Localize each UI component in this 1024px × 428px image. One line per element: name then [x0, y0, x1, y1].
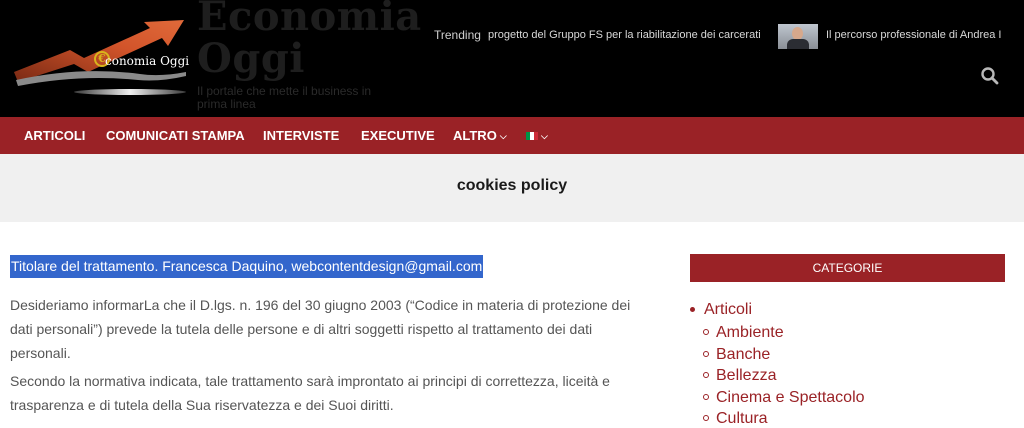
paragraph-privacy-principles: Secondo la normativa indicata, tale trat…	[10, 369, 670, 417]
search-icon[interactable]	[980, 66, 1000, 86]
language-switcher[interactable]: ⌵	[526, 117, 548, 154]
trending-item[interactable]: Il percorso professionale di Andrea I	[826, 29, 1024, 41]
categories-header: CATEGORIE	[690, 254, 1005, 282]
list-bullet	[703, 394, 709, 400]
paragraph-line: Secondo la normativa indicata, tale trat…	[10, 373, 610, 389]
paragraph-privacy-intro: Desideriamo informarLa che il D.lgs. n. …	[10, 293, 670, 365]
category-ambiente[interactable]: Ambiente	[716, 324, 784, 342]
site-title-line1: Economia	[197, 0, 422, 40]
trending-item[interactable]: progetto del Gruppo FS per la riabilitaz…	[488, 29, 761, 41]
nav-item-articoli[interactable]: ARTICOLI	[24, 117, 85, 154]
category-cinema-e-spettacolo[interactable]: Cinema e Spettacolo	[716, 389, 865, 407]
list-bullet	[703, 329, 709, 335]
nav-item-altro-label: ALTRO	[453, 128, 497, 143]
category-banche[interactable]: Banche	[716, 346, 770, 364]
list-bullet	[703, 351, 709, 357]
category-bellezza[interactable]: Bellezza	[716, 367, 776, 385]
category-articoli[interactable]: Articoli	[704, 301, 752, 319]
list-bullet	[703, 415, 709, 421]
site-tagline: Il portale che mette il business in prim…	[197, 84, 372, 111]
data-controller-line: Titolare del trattamento. Francesca Daqu…	[10, 255, 484, 278]
logo-text: conomia Oggi	[105, 54, 190, 68]
paragraph-line: Desideriamo informarLa che il D.lgs. n. …	[10, 297, 631, 313]
paragraph-line: personali.	[10, 345, 71, 361]
site-title[interactable]: Economia Oggi	[197, 0, 422, 80]
main-navigation: ARTICOLI COMUNICATI STAMPA INTERVISTE EX…	[0, 117, 1024, 154]
nav-item-executive[interactable]: EXECUTIVE	[361, 117, 435, 154]
nav-item-comunicati-stampa[interactable]: COMUNICATI STAMPA	[106, 117, 245, 154]
paragraph-line: trasparenza e di tutela della Sua riserv…	[10, 397, 394, 413]
italian-flag-icon	[526, 131, 538, 140]
chevron-down-icon: ⌵	[499, 131, 507, 141]
page-title: cookies policy	[456, 177, 568, 194]
nav-item-interviste[interactable]: INTERVISTE	[263, 117, 339, 154]
trending-thumbnail[interactable]	[778, 24, 818, 49]
site-header: € conomia Oggi Economia Oggi Il portale …	[0, 0, 1024, 117]
paragraph-line: dati personali”) prevede la tutela delle…	[10, 321, 593, 337]
site-logo[interactable]: € conomia Oggi	[10, 14, 190, 100]
list-bullet	[703, 372, 709, 378]
nav-item-altro[interactable]: ALTRO ⌵	[453, 117, 507, 154]
site-title-line2: Oggi	[197, 35, 305, 82]
category-cultura[interactable]: Cultura	[716, 410, 768, 428]
flag-stripe-red	[534, 131, 538, 140]
chevron-down-icon: ⌵	[541, 131, 548, 141]
list-bullet	[690, 307, 695, 312]
trending-label: Trending	[434, 28, 481, 42]
